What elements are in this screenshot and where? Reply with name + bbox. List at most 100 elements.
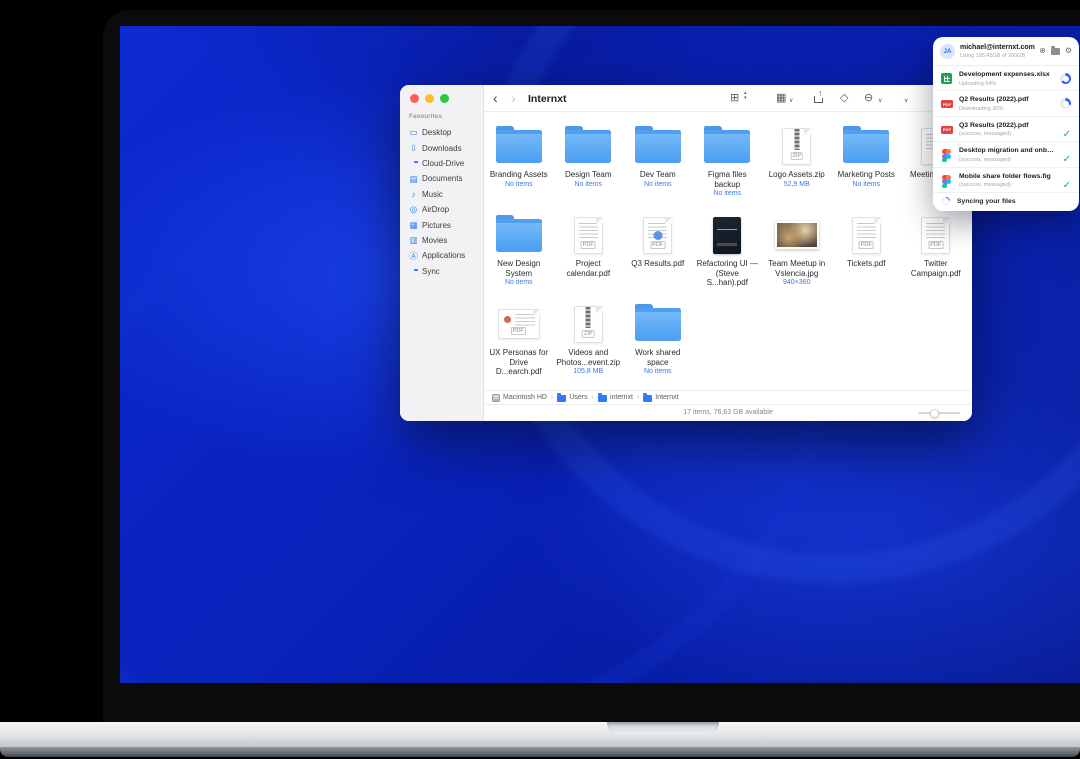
sidebar-item-sync[interactable]: Sync xyxy=(406,264,481,279)
file-item-branding-assets[interactable]: Branding AssetsNo items xyxy=(484,122,554,211)
icon-view-icon[interactable]: ⊞ xyxy=(730,92,739,104)
chevron-down-icon[interactable]: ∨ xyxy=(878,97,882,104)
check-icon: ✓ xyxy=(1063,180,1071,191)
file-name: Twitter Campaign.pdf xyxy=(904,259,968,278)
breadcrumb-internxt[interactable]: Internxt xyxy=(643,393,678,402)
sidebar-item-label: Desktop xyxy=(422,128,451,137)
file-item-q3-results-pdf[interactable]: PDFQ3 Results.pdf xyxy=(623,211,693,300)
sidebar-item-label: Sync xyxy=(422,267,440,276)
folder-icon xyxy=(565,130,611,163)
window-title: Internxt xyxy=(528,93,567,105)
sidebar-item-music[interactable]: ♪Music xyxy=(406,187,481,202)
file-subtitle: 940×360 xyxy=(783,279,810,286)
file-item-team-meetup-jpg[interactable]: Team Meetup in Vslencia.jpg940×360 xyxy=(762,211,832,300)
globe-icon[interactable]: ⊕ xyxy=(1039,46,1046,55)
storage-usage: Using 195,42GB of 200GB xyxy=(960,53,1025,59)
breadcrumb-internxt-user[interactable]: internxt xyxy=(598,393,633,402)
sidebar-item-applications[interactable]: ⒶApplications xyxy=(406,248,481,263)
finder-toolbar: ‹ › Internxt ⊞ ▴▾ ▦ ∨ ↑ ◇ ⊖ ∨ ∨ xyxy=(484,85,972,112)
sidebar-list: ▭Desktop ⇩Downloads Cloud-Drive ▤ Documen… xyxy=(406,125,481,279)
file-item-logo-assets-zip[interactable]: ZIPLogo Assets.zip52,9 MB xyxy=(762,122,832,211)
transfer-row-q3-results[interactable]: Q3 Results (2022).pdf (success, messaged… xyxy=(933,117,1079,142)
sidebar-item-documents[interactable]: ▤ Documents xyxy=(406,171,481,186)
transfer-file-name: Desktop migration and onboardi... xyxy=(959,147,1057,154)
file-item-twitter-campaign-pdf[interactable]: PDFTwitter Campaign.pdf xyxy=(901,211,971,300)
breadcrumb-separator: › xyxy=(592,394,594,401)
sidebar-item-airdrop[interactable]: ◎AirDrop xyxy=(406,202,481,217)
file-name: Videos and Photos...event.zip xyxy=(556,348,620,367)
sidebar-item-label: Documents xyxy=(422,174,462,183)
transfer-status: (success, messaged) xyxy=(959,131,1011,137)
zoom-button[interactable] xyxy=(440,94,449,103)
document-icon: ▤ xyxy=(409,175,418,184)
slider-knob[interactable] xyxy=(930,409,939,418)
pictures-icon: ▦ xyxy=(409,221,418,230)
account-email: michael@internxt.com xyxy=(960,44,1035,51)
transfer-row-desktop-migration[interactable]: Desktop migration and onboardi... (succe… xyxy=(933,142,1079,167)
back-button[interactable]: ‹ xyxy=(493,91,498,105)
breadcrumb-macintosh-hd[interactable]: Macintosh HD xyxy=(492,394,547,402)
file-item-dev-team[interactable]: Dev TeamNo items xyxy=(623,122,693,211)
sidebar-item-movies[interactable]: ▥Movies xyxy=(406,233,481,248)
file-subtitle: No items xyxy=(505,279,533,286)
sidebar-item-pictures[interactable]: ▦Pictures xyxy=(406,217,481,232)
file-subtitle: No items xyxy=(505,181,533,188)
pdf-file-icon xyxy=(941,126,953,134)
forward-button[interactable]: › xyxy=(511,91,516,105)
download-progress-ring xyxy=(1060,98,1071,109)
xlsx-file-icon xyxy=(941,73,952,84)
file-item-project-calendar-pdf[interactable]: PDF Project calendar.pdf xyxy=(554,211,624,300)
folder-icon xyxy=(635,130,681,163)
pdf-file-icon: PDF xyxy=(498,309,540,339)
transfer-row-q2-results[interactable]: Q2 Results (2022).pdf Downloading 30% xyxy=(933,91,1079,116)
file-item-new-design-system[interactable]: New Design SystemNo items xyxy=(484,211,554,300)
sidebar-item-cloud-drive[interactable]: Cloud-Drive xyxy=(406,156,481,171)
folder-icon xyxy=(643,395,652,402)
file-item-refactoring-ui-pdf[interactable]: Refactoring UI — (Steve S...han).pdf xyxy=(693,211,763,300)
file-name: New Design System xyxy=(487,259,551,278)
share-icon[interactable]: ↑ xyxy=(814,96,823,103)
group-by-icon[interactable]: ▦ xyxy=(776,92,786,104)
file-subtitle: 52,9 MB xyxy=(784,181,810,188)
close-button[interactable] xyxy=(410,94,419,103)
avatar: JA xyxy=(940,44,955,59)
file-item-figma-files-backup[interactable]: Figma files backupNo items xyxy=(693,122,763,211)
file-item-tickets-pdf[interactable]: PDFTickets.pdf xyxy=(832,211,902,300)
transfer-row-development-expenses[interactable]: Development expenses.xlsx Uploading 64% xyxy=(933,66,1079,91)
file-subtitle: No items xyxy=(852,181,880,188)
sidebar-item-downloads[interactable]: ⇩Downloads xyxy=(406,140,481,155)
view-sort-stepper[interactable]: ▴▾ xyxy=(744,91,747,101)
chevron-down-icon[interactable]: ∨ xyxy=(904,97,908,104)
file-name: Marketing Posts xyxy=(838,170,895,180)
pdf-file-icon: PDF xyxy=(643,217,672,254)
file-item-ux-personas-pdf[interactable]: PDFUX Personas for Drive D...earch.pdf xyxy=(484,300,554,389)
file-name: Project calendar.pdf xyxy=(556,259,620,278)
file-item-design-team[interactable]: Design TeamNo items xyxy=(554,122,624,211)
transfer-status: (success, messaged) xyxy=(959,182,1011,188)
tag-icon[interactable]: ◇ xyxy=(840,92,848,104)
breadcrumb-separator: › xyxy=(551,394,553,401)
zip-file-icon: ZIP xyxy=(574,306,603,343)
folder-icon[interactable] xyxy=(1051,48,1060,55)
folder-icon xyxy=(704,130,750,163)
transfer-row-mobile-share-flows[interactable]: Mobile share folder flows.fig (success, … xyxy=(933,168,1079,193)
file-item-videos-photos-zip[interactable]: ZIPVideos and Photos...event.zip105,8 MB xyxy=(554,300,624,389)
gear-icon[interactable]: ⚙ xyxy=(1065,46,1072,55)
file-item-marketing-posts[interactable]: Marketing PostsNo items xyxy=(832,122,902,211)
sync-widget: JA michael@internxt.com Using 195,42GB o… xyxy=(933,37,1079,211)
desktop: Favourites ▭Desktop ⇩Downloads Cloud-Dri… xyxy=(0,0,1080,759)
sidebar-item-label: Downloads xyxy=(422,144,462,153)
pdf-file-icon xyxy=(941,100,953,108)
file-subtitle: No items xyxy=(644,181,672,188)
pdf-file-icon: PDF xyxy=(574,217,603,254)
figma-file-icon xyxy=(941,149,952,160)
icon-size-slider[interactable] xyxy=(918,412,960,414)
sidebar-item-desktop[interactable]: ▭Desktop xyxy=(406,125,481,140)
breadcrumb-users[interactable]: Users xyxy=(557,393,587,402)
minimize-button[interactable] xyxy=(425,94,434,103)
file-item-work-shared-space[interactable]: Work shared spaceNo items xyxy=(623,300,693,389)
chevron-down-icon[interactable]: ∨ xyxy=(789,97,793,104)
actions-icon[interactable]: ⊖ xyxy=(864,92,873,104)
macbook-base-edge xyxy=(0,747,1080,757)
sync-spinner-icon xyxy=(940,196,951,207)
